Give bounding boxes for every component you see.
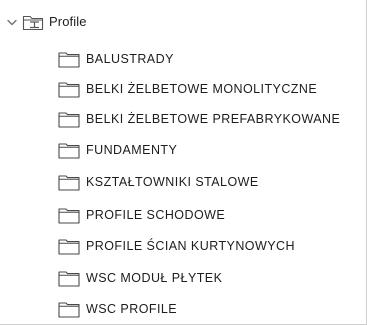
tree-folder-label: WSC PROFILE (86, 302, 178, 316)
tree-folder-belki-zelbetowe-monolityczne[interactable]: BELKI ŻELBETOWE MONOLITYCZNE (0, 74, 366, 104)
folder-icon (58, 111, 80, 128)
tree-folder-belki-zelbetowe-prefabrykowane[interactable]: BELKI ŻELBETOWE PREFABRYKOWANE (0, 104, 366, 134)
tree-folder-label: WSC MODUŁ PŁYTEK (86, 271, 223, 285)
tree-folder-wsc-modul-plytek[interactable]: WSC MODUŁ PŁYTEK (0, 263, 366, 293)
folder-icon (58, 174, 80, 191)
tree-folder-label: BELKI ŻELBETOWE MONOLITYCZNE (86, 82, 318, 96)
folder-icon (58, 270, 80, 287)
tree-folder-label: KSZTAŁTOWNIKI STALOWE (86, 175, 259, 189)
folder-icon (58, 207, 80, 224)
tree-root-label: Profile (49, 14, 87, 29)
profile-tree-panel: Profile BALUSTRADY BELKI ŻELBETOWE MONOL… (0, 0, 367, 325)
folder-icon (58, 81, 80, 98)
tree-folder-label: BELKI ŻELBETOWE PREFABRYKOWANE (86, 112, 341, 126)
folder-icon (58, 238, 80, 255)
folder-icon (58, 51, 80, 68)
chevron-down-icon[interactable] (4, 7, 20, 37)
folder-icon (58, 142, 80, 159)
tree-folder-label: PROFILE SCHODOWE (86, 208, 226, 222)
tree-folder-wsc-profile[interactable]: WSC PROFILE (0, 294, 366, 324)
tree-folder-balustrady[interactable]: BALUSTRADY (0, 44, 366, 74)
tree-folder-label: PROFILE ŚCIAN KURTYNOWYCH (86, 239, 295, 253)
tree-folder-label: BALUSTRADY (86, 52, 174, 66)
tree-folder-profile-schodowe[interactable]: PROFILE SCHODOWE (0, 200, 366, 230)
folder-icon (58, 301, 80, 318)
tree-folder-ksztaltowniki-stalowe[interactable]: KSZTAŁTOWNIKI STALOWE (0, 167, 366, 197)
tree-folder-label: FUNDAMENTY (86, 143, 178, 157)
tree-folder-fundamenty[interactable]: FUNDAMENTY (0, 135, 366, 165)
tree-folder-profile-scian-kurtynowych[interactable]: PROFILE ŚCIAN KURTYNOWYCH (0, 231, 366, 261)
profile-library-icon (22, 12, 44, 32)
tree-root-profile[interactable]: Profile (0, 7, 366, 37)
